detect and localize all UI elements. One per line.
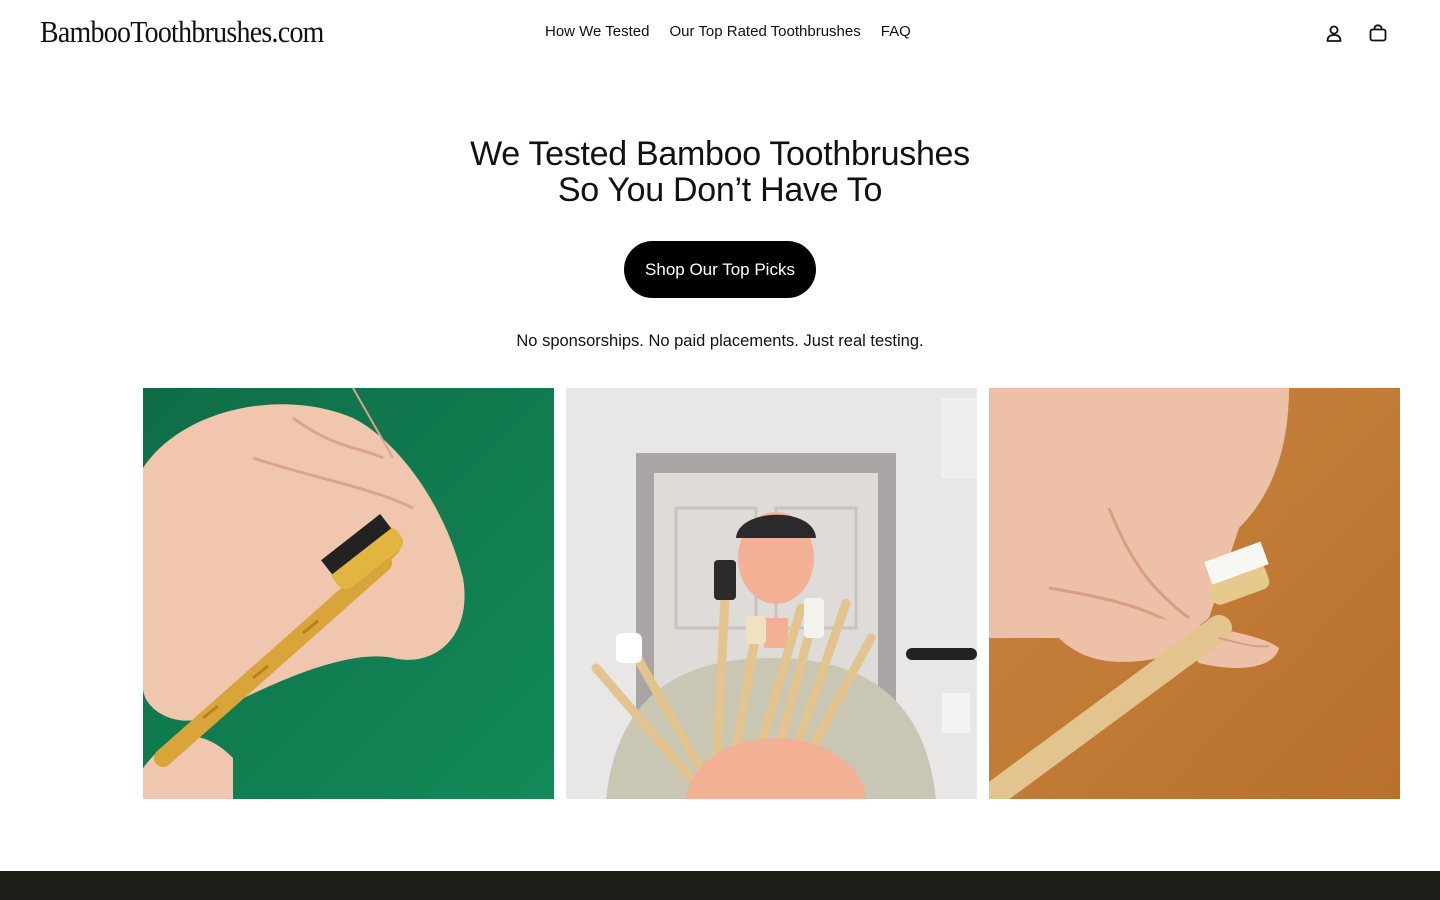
photo-charcoal-toothbrush-image — [143, 388, 554, 799]
cart-icon[interactable] — [1368, 22, 1388, 44]
nav-how-we-tested[interactable]: How We Tested — [545, 23, 650, 40]
site-header: BambooToothbrushes.com How We Tested Our… — [0, 0, 1440, 66]
account-icon-glyph — [1326, 25, 1342, 42]
nav-top-rated[interactable]: Our Top Rated Toothbrushes — [670, 23, 861, 40]
photo-white-bristle-toothbrush-image — [989, 388, 1400, 799]
photo-gallery — [143, 388, 1400, 799]
main-nav: How We Tested Our Top Rated Toothbrushes… — [545, 23, 911, 40]
shop-top-picks-button[interactable]: Shop Our Top Picks — [624, 241, 816, 298]
cart-icon-glyph — [1369, 24, 1387, 42]
hero-title-line-2: So You Don’t Have To — [557, 171, 883, 209]
hero-title-line-1: We Tested Bamboo Toothbrushes — [470, 135, 970, 173]
nav-faq[interactable]: FAQ — [881, 23, 911, 40]
photo-charcoal-toothbrush — [143, 388, 554, 799]
photo-man-with-toothbrushes — [566, 388, 977, 799]
header-icons — [1324, 22, 1388, 44]
photo-man-with-toothbrushes-image — [566, 388, 977, 799]
photo-white-bristle-toothbrush — [989, 388, 1400, 799]
hero-title: We Tested Bamboo Toothbrushes So You Don… — [0, 136, 1440, 208]
hero-section: We Tested Bamboo Toothbrushes So You Don… — [0, 136, 1440, 208]
hero-tagline: No sponsorships. No paid placements. Jus… — [516, 332, 924, 350]
account-icon[interactable] — [1324, 22, 1344, 44]
site-logo[interactable]: BambooToothbrushes.com — [40, 14, 324, 50]
footer-band — [0, 871, 1440, 900]
